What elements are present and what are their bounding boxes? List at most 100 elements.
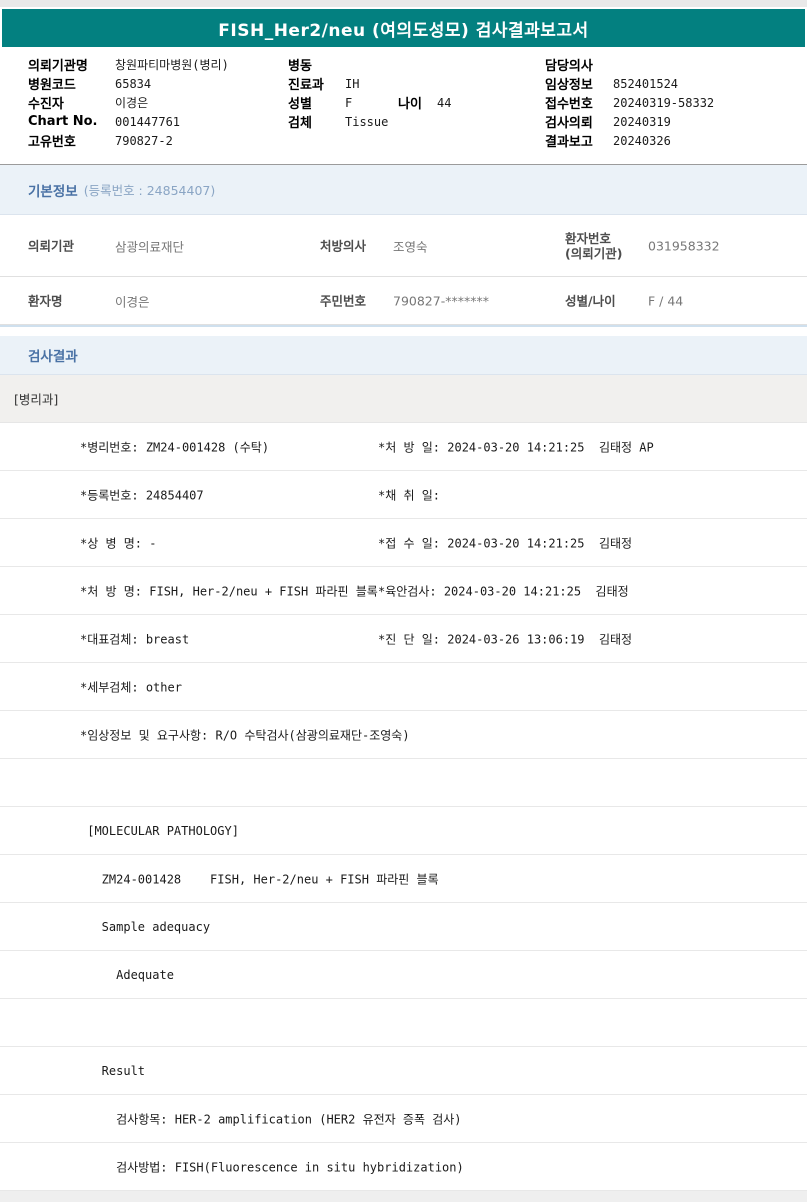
report-line-left: Adequate xyxy=(80,968,174,982)
results-table: *병리번호: ZM24-001428 (수탁) *처 방 일: 2024-03-2… xyxy=(0,423,807,1191)
basic-info-table: 의뢰기관 삼광의료재단 처방의사 조영숙 환자번호(의뢰기관) 031958332 환자명 이… xyxy=(0,215,807,327)
field-label: 주민번호 xyxy=(320,293,366,308)
patient-header-row: 검체Tissue xyxy=(288,112,490,131)
report-line: ZM24-001428 FISH, Her-2/neu + FISH 파라핀 블… xyxy=(0,855,807,903)
field-label: 담당의사 xyxy=(545,55,613,74)
report-line-left: ZM24-001428 FISH, Her-2/neu + FISH 파라핀 블… xyxy=(80,870,439,887)
report-line: 검사항목: HER-2 amplification (HER2 유전자 증폭 검… xyxy=(0,1095,807,1143)
field-value: F xyxy=(345,96,398,110)
field-label: 임상정보 xyxy=(545,74,613,93)
patient-header-row: 결과보고20240326 xyxy=(545,131,714,150)
report-line-right: *처 방 일: 2024-03-20 14:21:25 김태정 AP xyxy=(378,438,654,455)
field-label: 결과보고 xyxy=(545,131,613,150)
patient-header-row: 의뢰기관명창원파티마병원(병리) xyxy=(28,55,229,74)
report-line: [MOLECULAR PATHOLOGY] xyxy=(0,807,807,855)
field-label: 병원코드 xyxy=(28,74,115,93)
field-label: 성별/나이 xyxy=(565,293,616,308)
report-line xyxy=(0,759,807,807)
patient-header-row: 병동 xyxy=(288,55,490,74)
report-line-left: *상 병 명: - xyxy=(80,534,156,551)
field-label: 나이 xyxy=(398,93,437,112)
report-line: *대표검체: breast *진 단 일: 2024-03-26 13:06:19… xyxy=(0,615,807,663)
field-value: 20240319-58332 xyxy=(613,96,714,110)
field-value: 790827-2 xyxy=(115,134,173,148)
report-line-left: Result xyxy=(80,1064,145,1078)
report-line: *상 병 명: - *접 수 일: 2024-03-20 14:21:25 김태정 xyxy=(0,519,807,567)
patient-header-row: 진료과IH xyxy=(288,74,490,93)
field-label: 의뢰기관명 xyxy=(28,55,115,74)
field-label: 환자명 xyxy=(28,293,63,308)
field-label: 성별 xyxy=(288,93,345,112)
field-label: 고유번호 xyxy=(28,131,115,150)
results-section-header: 검사결과 xyxy=(0,336,807,375)
patient-header-row: 고유번호790827-2 xyxy=(28,131,229,150)
basic-info-subtitle: (등록번호 : 24854407) xyxy=(84,180,216,199)
field-value: 852401524 xyxy=(613,77,678,91)
field-value: 삼광의료재단 xyxy=(115,236,184,255)
field-label: 검체 xyxy=(288,112,345,131)
report-line-left: 검사방법: FISH(Fluorescence in situ hybridiz… xyxy=(80,1158,464,1175)
patient-header-col-left: 의뢰기관명창원파티마병원(병리)병원코드65834수진자이경은Chart No.… xyxy=(28,55,229,150)
patient-header-col-middle: 병동진료과IH성별F나이44검체Tissue xyxy=(288,55,490,131)
report-line: *세부검체: other xyxy=(0,663,807,711)
report-line: *임상정보 및 요구사항: R/O 수탁검사(삼광의료재단-조영숙) xyxy=(0,711,807,759)
patient-header-row: 성별F나이44 xyxy=(288,93,490,112)
field-label: 처방의사 xyxy=(320,238,366,253)
report-title: FISH_Her2/neu (여의도성모) 검사결과보고서 xyxy=(218,16,588,41)
report-line-left: [MOLECULAR PATHOLOGY] xyxy=(80,824,239,838)
report-line-left: *병리번호: ZM24-001428 (수탁) xyxy=(80,438,269,455)
report-line-right: *진 단 일: 2024-03-26 13:06:19 김태정 xyxy=(378,630,632,647)
results-title: 검사결과 xyxy=(28,345,78,365)
page-top-strip xyxy=(0,0,807,9)
patient-header-row: Chart No.001447761 xyxy=(28,112,229,131)
basic-info-title: 기본정보 xyxy=(28,180,78,200)
patient-header-row: 병원코드65834 xyxy=(28,74,229,93)
report-line-left: 검사항목: HER-2 amplification (HER2 유전자 증폭 검… xyxy=(80,1110,462,1127)
department-row: [병리과] xyxy=(0,375,807,423)
report-line-right: *육안검사: 2024-03-20 14:21:25 김태정 xyxy=(378,582,629,599)
report-line: *등록번호: 24854407 *채 취 일: xyxy=(0,471,807,519)
field-label: 검사의뢰 xyxy=(545,112,613,131)
basic-info-section-header: 기본정보 (등록번호 : 24854407) xyxy=(0,165,807,215)
field-label: 수진자 xyxy=(28,93,115,112)
field-label: 진료과 xyxy=(288,74,345,93)
patient-header-col-right: 담당의사임상정보852401524접수번호20240319-58332검사의뢰2… xyxy=(545,55,714,150)
report-line-left: *대표검체: breast xyxy=(80,630,189,647)
report-line: *병리번호: ZM24-001428 (수탁) *처 방 일: 2024-03-2… xyxy=(0,423,807,471)
field-label: Chart No. xyxy=(28,114,115,129)
page-bottom-strip xyxy=(0,1191,807,1202)
patient-header-row: 접수번호20240319-58332 xyxy=(545,93,714,112)
department-label: [병리과] xyxy=(14,389,58,408)
field-value: 001447761 xyxy=(115,115,180,129)
table-row: 의뢰기관 삼광의료재단 처방의사 조영숙 환자번호(의뢰기관) 031958332 xyxy=(0,215,807,277)
report-title-bar: FISH_Her2/neu (여의도성모) 검사결과보고서 xyxy=(2,9,805,47)
field-value: 031958332 xyxy=(648,238,720,253)
table-row: 환자명 이경은 주민번호 790827-******* 성별/나이 F / 44 xyxy=(0,277,807,325)
field-value: 이경은 xyxy=(115,291,150,310)
field-label: 의뢰기관 xyxy=(28,238,74,253)
field-value: IH xyxy=(345,77,398,91)
patient-header-row: 수진자이경은 xyxy=(28,93,229,112)
report-line-right: *채 취 일: xyxy=(378,486,440,503)
field-value: 이경은 xyxy=(115,94,148,111)
field-value: F / 44 xyxy=(648,293,683,308)
report-line-left: *세부검체: other xyxy=(80,678,182,695)
field-value: 조영숙 xyxy=(393,236,428,255)
field-value: Tissue xyxy=(345,115,398,129)
report-line-right: *접 수 일: 2024-03-20 14:21:25 김태정 xyxy=(378,534,632,551)
field-label: 병동 xyxy=(288,55,345,74)
report-line-left: *등록번호: 24854407 xyxy=(80,486,204,503)
report-line xyxy=(0,999,807,1047)
field-value: 790827-******* xyxy=(393,293,489,308)
report-line: Result xyxy=(0,1047,807,1095)
report-line-left: *처 방 명: FISH, Her-2/neu + FISH 파라핀 블록 xyxy=(80,582,378,599)
report-line: 검사방법: FISH(Fluorescence in situ hybridiz… xyxy=(0,1143,807,1191)
field-label: 환자번호(의뢰기관) xyxy=(565,231,622,261)
field-value: 20240326 xyxy=(613,134,671,148)
field-label: 접수번호 xyxy=(545,93,613,112)
report-line: Sample adequacy xyxy=(0,903,807,951)
patient-header-block: 의뢰기관명창원파티마병원(병리)병원코드65834수진자이경은Chart No.… xyxy=(0,47,807,164)
patient-header-row: 검사의뢰20240319 xyxy=(545,112,714,131)
field-label-sub: (의뢰기관) xyxy=(565,246,622,261)
patient-header-row: 임상정보852401524 xyxy=(545,74,714,93)
